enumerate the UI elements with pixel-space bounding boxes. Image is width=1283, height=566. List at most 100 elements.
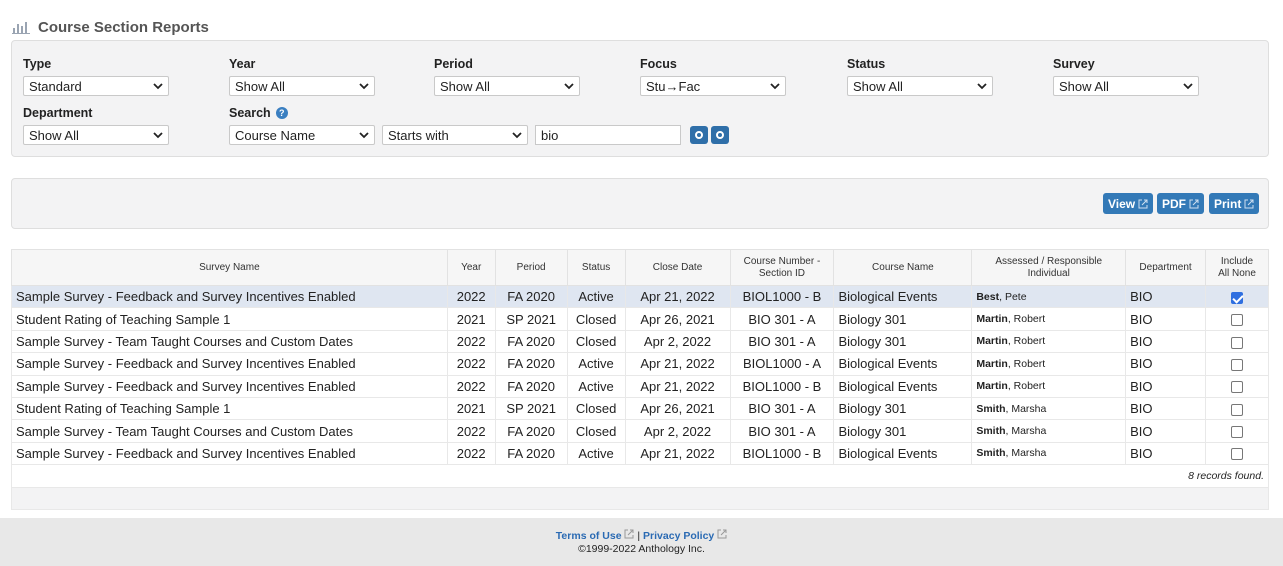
cell-close-date: Apr 21, 2022 [624,284,731,309]
col-course-number[interactable]: Course Number - Section ID [729,249,835,286]
select-none-link[interactable]: None [1232,268,1256,279]
col-include: Include All None [1205,249,1269,286]
include-checkbox[interactable] [1231,381,1243,394]
include-checkbox[interactable] [1231,426,1243,439]
reset-icon [716,131,724,139]
col-close-date[interactable]: Close Date [624,249,731,286]
cell-close-date: Apr 21, 2022 [624,352,731,376]
chevron-down-icon [1183,82,1193,89]
cell-survey-name: Sample Survey - Feedback and Survey Ince… [11,352,448,376]
cell-year: 2022 [446,419,496,443]
table-row[interactable]: Student Rating of Teaching Sample 1 2021… [11,396,1269,421]
include-checkbox[interactable] [1231,448,1243,461]
spacer-row [11,486,1269,510]
include-checkbox[interactable] [1231,314,1243,327]
table-row[interactable]: Sample Survey - Feedback and Survey Ince… [11,284,1269,309]
cell-department: BIO [1125,307,1206,331]
survey-select-value: Show All [1059,78,1109,94]
search-controls: Course Name Starts with bio [229,125,729,145]
cell-survey-name: Student Rating of Teaching Sample 1 [11,307,448,331]
col-status[interactable]: Status [566,249,626,286]
cell-individual: Smith, Marsha [971,419,1127,443]
records-row: 8 records found. [11,464,1269,488]
pdf-button[interactable]: PDF [1157,193,1204,214]
cell-year: 2022 [446,329,496,354]
cell-course-number: BIO 301 - A [729,419,835,443]
cell-status: Active [566,284,626,309]
include-checkbox[interactable] [1231,403,1243,416]
cell-department: BIO [1125,419,1206,443]
table-row[interactable]: Sample Survey - Team Taught Courses and … [11,419,1269,443]
external-link-icon [624,529,634,539]
search-reset-button[interactable] [711,126,729,144]
include-checkbox[interactable] [1231,358,1243,371]
cell-close-date: Apr 26, 2021 [624,307,731,331]
period-select-value: Show All [440,78,490,94]
table-row[interactable]: Sample Survey - Feedback and Survey Ince… [11,374,1269,398]
search-field-select[interactable]: Course Name [229,125,375,145]
include-checkbox[interactable] [1231,336,1243,349]
include-label: Include [1220,255,1254,267]
individual-last-name: Martin [976,380,1008,393]
search-operator-select[interactable]: Starts with [382,125,528,145]
cell-course-number: BIOL1000 - A [729,352,835,376]
status-select[interactable]: Show All [847,76,993,96]
cell-course-number: BIO 301 - A [729,329,835,354]
individual-first-name: Robert [1013,313,1046,326]
search-go-button[interactable] [690,126,708,144]
external-link-icon [717,529,727,539]
cell-status: Closed [566,419,626,443]
cell-period: FA 2020 [494,374,568,398]
cell-department: BIO [1125,374,1206,398]
view-button[interactable]: View [1103,193,1154,214]
search-input[interactable]: bio [535,125,681,145]
external-link-icon [1244,199,1254,208]
table-row[interactable]: Sample Survey - Team Taught Courses and … [11,329,1269,354]
records-found: 8 records found. [11,464,1269,488]
department-label: Department [23,106,93,120]
select-all-link[interactable]: All [1218,268,1229,279]
table-row[interactable]: Sample Survey - Feedback and Survey Ince… [11,441,1269,466]
footer-separator: | [637,530,641,542]
search-input-value: bio [541,127,559,143]
results-table: Survey Name Year Period Status Close Dat… [11,249,1269,510]
print-button[interactable]: Print [1209,193,1260,214]
terms-of-use-link[interactable]: Terms of Use [556,530,622,542]
table-row[interactable]: Student Rating of Teaching Sample 1 2021… [11,307,1269,331]
col-period[interactable]: Period [494,249,568,286]
col-year[interactable]: Year [446,249,496,286]
col-survey-name[interactable]: Survey Name [11,249,448,286]
survey-label: Survey [1053,57,1095,71]
cell-department: BIO [1125,441,1206,466]
include-checkbox[interactable] [1231,291,1243,304]
status-select-value: Show All [853,78,903,94]
chevron-down-icon [512,131,522,138]
cell-course-name: Biological Events [833,352,973,376]
period-select[interactable]: Show All [434,76,580,96]
col-course-name[interactable]: Course Name [833,249,973,286]
cell-course-name: Biology 301 [833,307,973,331]
department-select[interactable]: Show All [23,125,169,145]
chevron-down-icon [359,131,369,138]
year-label: Year [229,57,256,71]
cell-survey-name: Sample Survey - Feedback and Survey Ince… [11,284,448,309]
external-link-icon [1189,199,1199,208]
col-individual[interactable]: Assessed / Responsible Individual [971,249,1127,286]
survey-select[interactable]: Show All [1053,76,1199,96]
cell-include [1205,307,1269,331]
table-row[interactable]: Sample Survey - Feedback and Survey Ince… [11,352,1269,376]
type-select-value: Standard [29,78,82,94]
focus-select[interactable]: Stu→Fac [640,76,786,96]
cell-course-name: Biological Events [833,284,973,309]
individual-last-name: Martin [976,313,1008,326]
survey-filter: Survey Show All [1053,56,1199,96]
col-department[interactable]: Department [1125,249,1206,286]
help-icon[interactable]: ? [275,107,288,119]
type-select[interactable]: Standard [23,76,169,96]
type-label: Type [23,57,52,71]
year-select[interactable]: Show All [229,76,375,96]
cell-include [1205,329,1269,354]
cell-year: 2022 [446,441,496,466]
department-select-value: Show All [29,127,79,143]
privacy-policy-link[interactable]: Privacy Policy [643,530,714,542]
